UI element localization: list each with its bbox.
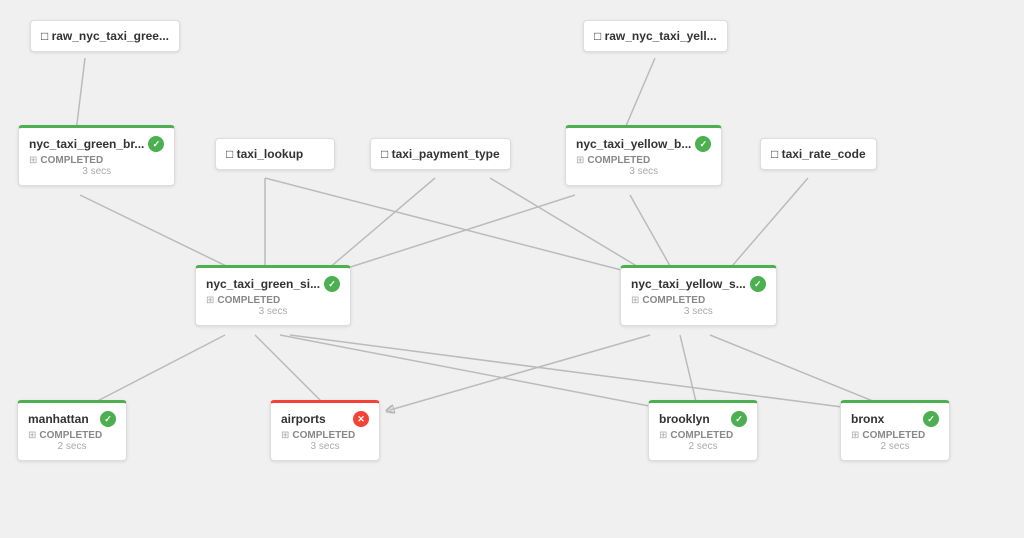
status-green-br: COMPLETED <box>40 155 103 166</box>
node-brooklyn-title: brooklyn ✓ <box>659 411 747 427</box>
node-taxi-rate[interactable]: □ taxi_rate_code <box>760 138 877 170</box>
node-bronx-title: bronx ✓ <box>851 411 939 427</box>
check-icon-yellow-b: ✓ <box>695 136 711 152</box>
node-nyc-green-si[interactable]: nyc_taxi_green_si... ✓ ⊞ COMPLETED 3 sec… <box>195 265 351 326</box>
node-nyc-yellow-s-title: nyc_taxi_yellow_s... ✓ <box>631 276 766 292</box>
status-yellow-s: COMPLETED <box>642 295 705 306</box>
status-airports: COMPLETED <box>292 430 355 441</box>
status-brooklyn: COMPLETED <box>670 430 733 441</box>
status-green-si: COMPLETED <box>217 295 280 306</box>
dag-canvas: □ raw_nyc_taxi_gree... □ raw_nyc_taxi_ye… <box>0 0 1024 538</box>
secs-yellow-b: 3 secs <box>576 166 711 177</box>
secs-manhattan: 2 secs <box>28 441 116 452</box>
node-taxi-payment[interactable]: □ taxi_payment_type <box>370 138 511 170</box>
node-nyc-green-br-title: nyc_taxi_green_br... ✓ <box>29 136 164 152</box>
node-brooklyn[interactable]: brooklyn ✓ ⊞ COMPLETED 2 secs <box>648 400 758 461</box>
secs-green-br: 3 secs <box>29 166 164 177</box>
node-manhattan[interactable]: manhattan ✓ ⊞ COMPLETED 2 secs <box>17 400 127 461</box>
node-taxi-rate-title: □ taxi_rate_code <box>771 147 866 161</box>
secs-yellow-s: 3 secs <box>631 306 766 317</box>
check-icon-brooklyn: ✓ <box>731 411 747 427</box>
status-bronx: COMPLETED <box>862 430 925 441</box>
grid-icon-airports: ⊞ <box>281 430 289 441</box>
node-taxi-payment-title: □ taxi_payment_type <box>381 147 500 161</box>
secs-bronx: 2 secs <box>851 441 939 452</box>
check-icon-yellow-s: ✓ <box>750 276 766 292</box>
secs-brooklyn: 2 secs <box>659 441 747 452</box>
grid-icon-yellow-s: ⊞ <box>631 295 639 306</box>
node-nyc-green-br[interactable]: nyc_taxi_green_br... ✓ ⊞ COMPLETED 3 sec… <box>18 125 175 186</box>
node-airports-title: airports ✕ <box>281 411 369 427</box>
node-airports[interactable]: airports ✕ ⊞ COMPLETED 3 secs <box>270 400 380 461</box>
check-icon-bronx: ✓ <box>923 411 939 427</box>
x-icon-airports: ✕ <box>353 411 369 427</box>
grid-icon-green-br: ⊞ <box>29 155 37 166</box>
status-yellow-b: COMPLETED <box>587 155 650 166</box>
grid-icon-brooklyn: ⊞ <box>659 430 667 441</box>
check-icon-green-si: ✓ <box>324 276 340 292</box>
node-raw-green[interactable]: □ raw_nyc_taxi_gree... <box>30 20 180 52</box>
node-raw-yellow-title: □ raw_nyc_taxi_yell... <box>594 29 717 43</box>
node-raw-green-title: □ raw_nyc_taxi_gree... <box>41 29 169 43</box>
check-icon-manhattan: ✓ <box>100 411 116 427</box>
secs-airports: 3 secs <box>281 441 369 452</box>
node-nyc-green-si-title: nyc_taxi_green_si... ✓ <box>206 276 340 292</box>
secs-green-si: 3 secs <box>206 306 340 317</box>
check-icon-green-br: ✓ <box>148 136 164 152</box>
node-bronx[interactable]: bronx ✓ ⊞ COMPLETED 2 secs <box>840 400 950 461</box>
grid-icon-bronx: ⊞ <box>851 430 859 441</box>
grid-icon-manhattan: ⊞ <box>28 430 36 441</box>
node-taxi-lookup[interactable]: □ taxi_lookup <box>215 138 335 170</box>
status-manhattan: COMPLETED <box>39 430 102 441</box>
node-raw-yellow[interactable]: □ raw_nyc_taxi_yell... <box>583 20 728 52</box>
grid-icon-green-si: ⊞ <box>206 295 214 306</box>
node-nyc-yellow-s[interactable]: nyc_taxi_yellow_s... ✓ ⊞ COMPLETED 3 sec… <box>620 265 777 326</box>
node-manhattan-title: manhattan ✓ <box>28 411 116 427</box>
node-nyc-yellow-b-title: nyc_taxi_yellow_b... ✓ <box>576 136 711 152</box>
grid-icon-yellow-b: ⊞ <box>576 155 584 166</box>
node-taxi-lookup-title: □ taxi_lookup <box>226 147 324 161</box>
node-nyc-yellow-b[interactable]: nyc_taxi_yellow_b... ✓ ⊞ COMPLETED 3 sec… <box>565 125 722 186</box>
